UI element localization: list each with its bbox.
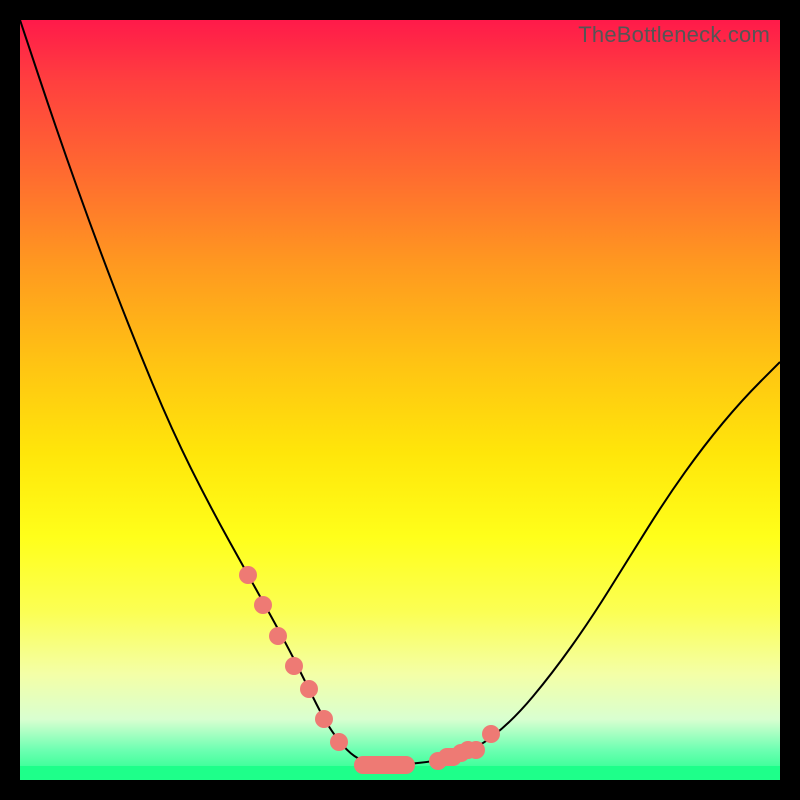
highlight-marker: [269, 627, 287, 645]
highlight-marker: [239, 566, 257, 584]
attribution-text: TheBottleneck.com: [578, 22, 770, 48]
plot-area: TheBottleneck.com: [20, 20, 780, 780]
bottleneck-curve: [20, 20, 780, 780]
curve-path: [20, 20, 780, 765]
highlight-marker: [467, 741, 485, 759]
highlight-pill: [354, 756, 415, 774]
highlight-marker: [285, 657, 303, 675]
outer-frame: TheBottleneck.com: [0, 0, 800, 800]
highlight-pill: [438, 748, 461, 766]
highlight-marker: [300, 680, 318, 698]
